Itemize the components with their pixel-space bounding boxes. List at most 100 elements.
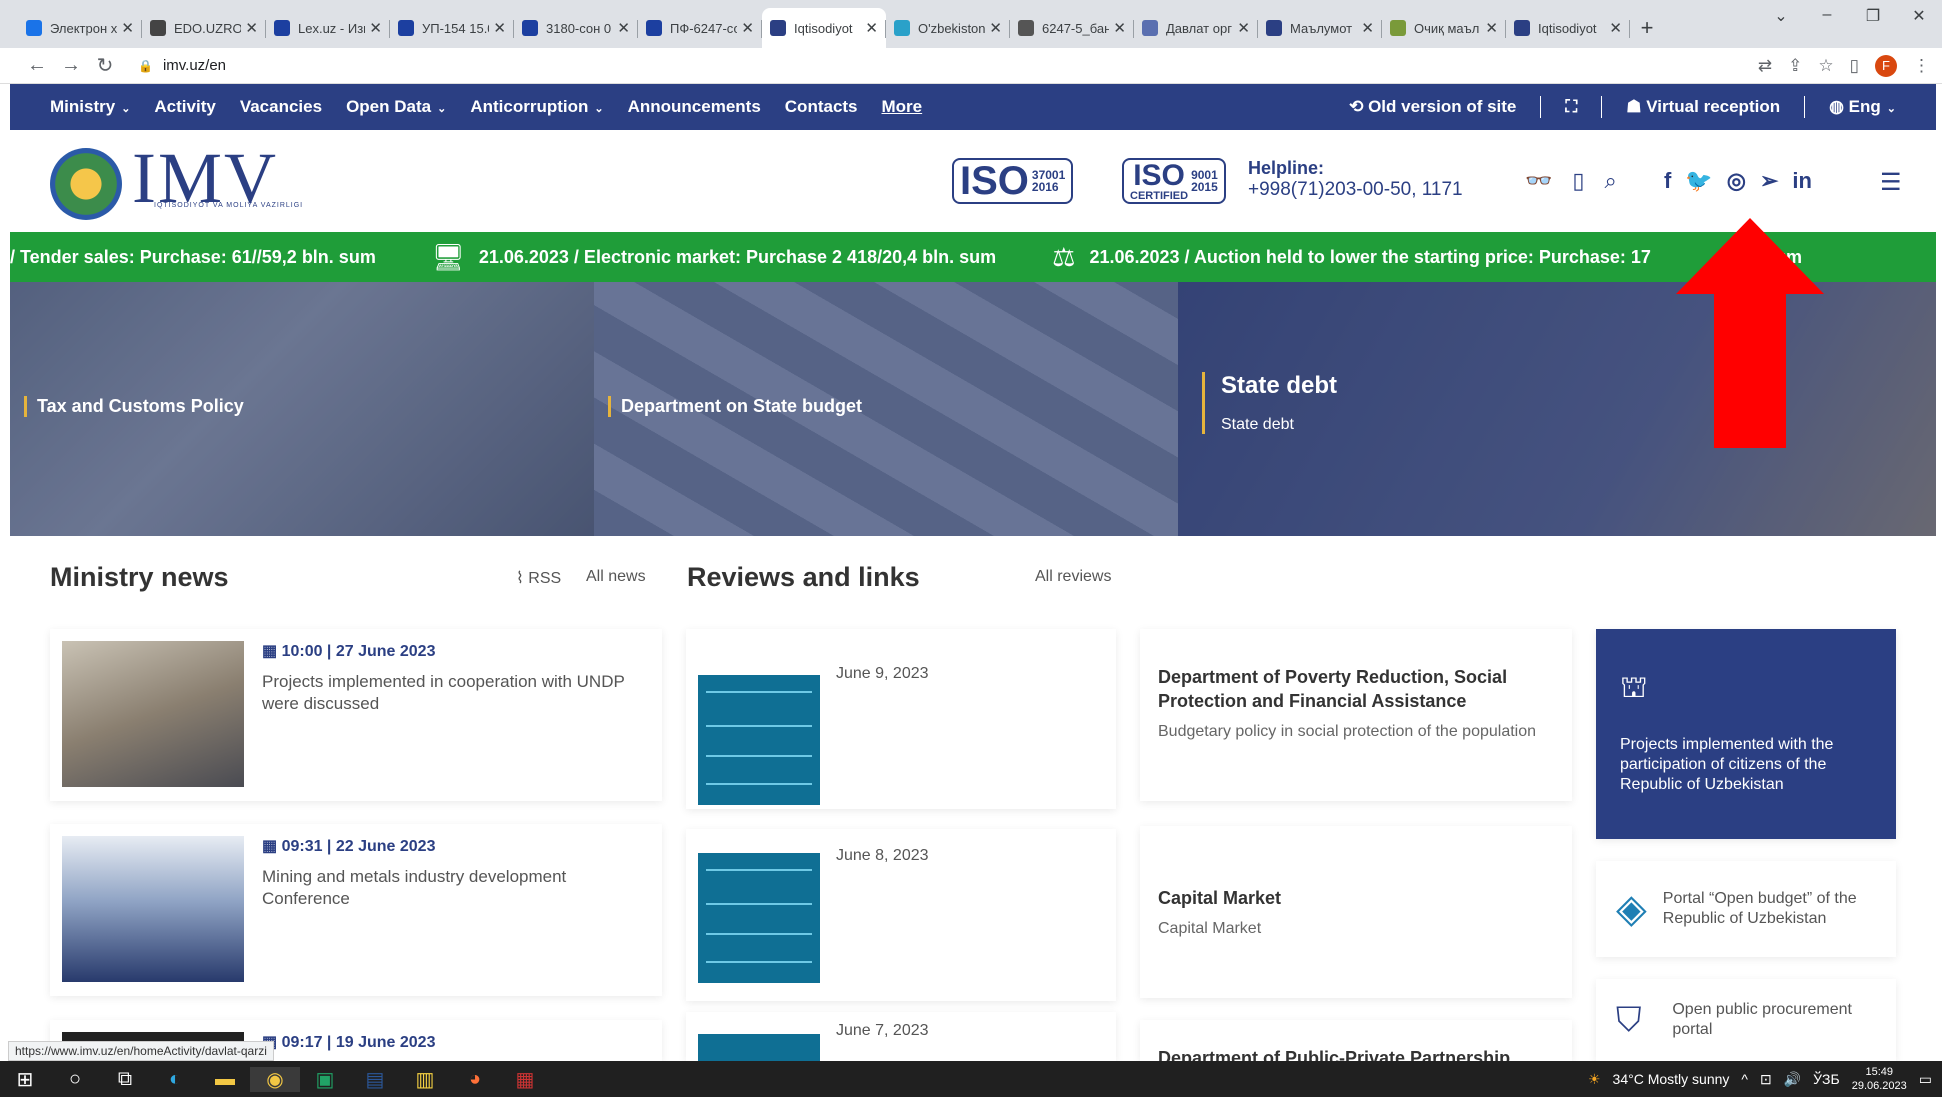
windows-start-icon[interactable]: ⊞: [0, 1067, 50, 1092]
tab-close-icon[interactable]: ✕: [989, 19, 1002, 37]
winrar-icon[interactable]: ▦: [500, 1067, 550, 1092]
input-language[interactable]: ЎЗБ: [1813, 1071, 1840, 1087]
old-version-link[interactable]: ⟲ Old version of site: [1349, 97, 1516, 117]
minimize-icon[interactable]: –: [1804, 6, 1850, 26]
glasses-icon[interactable]: 👓: [1525, 168, 1552, 194]
all-reviews-link[interactable]: All reviews: [1035, 568, 1111, 586]
tab-close-icon[interactable]: ✕: [1361, 19, 1374, 37]
browser-tab[interactable]: Маълумот ✕: [1258, 8, 1382, 48]
open-budget-card[interactable]: ◈ Portal “Open budget” of the Republic o…: [1596, 861, 1896, 957]
tray-chevron-icon[interactable]: ^: [1741, 1071, 1748, 1087]
department-card[interactable]: Department of Public-Private Partnership: [1140, 1020, 1572, 1061]
tab-close-icon[interactable]: ✕: [617, 19, 630, 37]
virtual-reception-link[interactable]: ☗ Virtual reception: [1626, 97, 1780, 117]
citizens-projects-card[interactable]: ⛫ Projects implemented with the particip…: [1596, 629, 1896, 839]
all-news-link[interactable]: All news: [586, 568, 646, 586]
browser-menu-icon[interactable]: ⋮: [1913, 56, 1930, 76]
review-card[interactable]: June 9, 2023: [686, 629, 1116, 809]
browser-tab[interactable]: ПФ-6247-со ✕: [638, 8, 762, 48]
network-icon[interactable]: ⊡: [1760, 1071, 1772, 1088]
back-icon[interactable]: ←: [20, 54, 54, 77]
edge-icon[interactable]: ◐: [150, 1068, 200, 1091]
language-selector[interactable]: ◍ Eng ⌄: [1829, 97, 1896, 117]
browser-tab[interactable]: Iqtisodiyot ✕: [1506, 8, 1630, 48]
tab-close-icon[interactable]: ✕: [1237, 19, 1250, 37]
banner-state-budget[interactable]: Department on State budget: [594, 282, 1178, 536]
browser-tab[interactable]: EDO.UZRO.U✕: [142, 8, 266, 48]
firefox-icon[interactable]: ◕: [450, 1068, 500, 1091]
close-window-icon[interactable]: ✕: [1896, 6, 1942, 26]
notifications-icon[interactable]: ▭: [1919, 1071, 1932, 1088]
notes-icon[interactable]: ▥: [400, 1067, 450, 1092]
review-card[interactable]: June 8, 2023: [686, 829, 1116, 1001]
browser-tab[interactable]: УП-154 15.0 ✕: [390, 8, 514, 48]
ticker-item[interactable]: / Tender sales: Purchase: 61//59,2 bln. …: [10, 247, 376, 268]
nav-anticorruption[interactable]: Anticorruption ⌄: [470, 97, 603, 117]
nav-contacts[interactable]: Contacts: [785, 97, 858, 117]
weather-text[interactable]: 34°C Mostly sunny: [1613, 1071, 1730, 1087]
new-tab-button[interactable]: +: [1630, 8, 1664, 48]
department-card[interactable]: Capital Market Capital Market: [1140, 826, 1572, 998]
twitter-icon[interactable]: 🐦: [1685, 168, 1712, 194]
tab-search-icon[interactable]: ⌄: [1758, 6, 1804, 26]
facebook-icon[interactable]: f: [1664, 168, 1671, 194]
department-card[interactable]: Department of Poverty Reduction, Social …: [1140, 629, 1572, 801]
search-icon[interactable]: ○: [50, 1068, 100, 1091]
news-card[interactable]: ▦ 09:31 | 22 June 2023 Mining and metals…: [50, 824, 662, 996]
telegram-icon[interactable]: ➢: [1760, 168, 1778, 194]
chrome-icon[interactable]: ◉: [250, 1066, 300, 1092]
linkedin-icon[interactable]: in: [1792, 168, 1812, 194]
forward-icon[interactable]: →: [54, 54, 88, 77]
nav-more[interactable]: More: [882, 97, 923, 117]
instagram-icon[interactable]: ◎: [1727, 168, 1746, 194]
browser-tab[interactable]: Lex.uz - Изм ✕: [266, 8, 390, 48]
browser-tab[interactable]: Давлат орг ✕: [1134, 8, 1258, 48]
tab-close-icon[interactable]: ✕: [1609, 19, 1622, 37]
profile-avatar[interactable]: F: [1875, 55, 1897, 77]
weather-icon[interactable]: ☀: [1588, 1071, 1601, 1088]
nav-activity[interactable]: Activity: [154, 97, 215, 117]
nav-vacancies[interactable]: Vacancies: [240, 97, 322, 117]
ticker-item[interactable]: 🖥 21.06.2023 / Electronic market: Purchas…: [432, 242, 996, 273]
translate-icon[interactable]: ⇄: [1758, 56, 1772, 76]
tab-close-icon[interactable]: ✕: [865, 19, 878, 37]
tab-close-icon[interactable]: ✕: [741, 19, 754, 37]
share-icon[interactable]: ⇪: [1788, 56, 1802, 76]
news-card[interactable]: ▦ 10:00 | 27 June 2023 Projects implemen…: [50, 629, 662, 801]
tab-close-icon[interactable]: ✕: [245, 19, 258, 37]
reload-icon[interactable]: ↻: [88, 53, 122, 78]
nav-announcements[interactable]: Announcements: [628, 97, 761, 117]
browser-tab[interactable]: O'zbekiston ✕: [886, 8, 1010, 48]
clock[interactable]: 15:49 29.06.2023: [1852, 1065, 1907, 1093]
tab-close-icon[interactable]: ✕: [493, 19, 506, 37]
browser-tab[interactable]: Iqtisodiyot ✕: [762, 8, 886, 48]
tab-close-icon[interactable]: ✕: [369, 19, 382, 37]
search-icon[interactable]: ⌕: [1605, 168, 1617, 194]
side-panel-icon[interactable]: ▯: [1850, 56, 1859, 76]
bookmark-star-icon[interactable]: ☆: [1818, 56, 1833, 76]
banner-tax-customs[interactable]: Tax and Customs Policy: [10, 282, 594, 536]
tab-close-icon[interactable]: ✕: [1485, 19, 1498, 37]
mobile-icon[interactable]: ▯: [1572, 168, 1584, 194]
tab-close-icon[interactable]: ✕: [1113, 19, 1126, 37]
browser-tab[interactable]: Электрон х ✕: [18, 8, 142, 48]
sitemap-icon[interactable]: ⛶: [1565, 97, 1577, 117]
excel-icon[interactable]: ▣: [300, 1067, 350, 1092]
rss-link[interactable]: ⌇ RSS: [516, 568, 561, 588]
file-explorer-icon[interactable]: ▬: [200, 1068, 250, 1091]
browser-tab[interactable]: 6247-5_бан ✕: [1010, 8, 1134, 48]
browser-tab[interactable]: 3180-сон 0 ✕: [514, 8, 638, 48]
helpline-phone[interactable]: +998(71)203-00-50, 1171: [1248, 179, 1463, 201]
task-view-icon[interactable]: ⧉: [100, 1068, 150, 1091]
tab-close-icon[interactable]: ✕: [121, 19, 134, 37]
word-icon[interactable]: ▤: [350, 1067, 400, 1092]
browser-tab[interactable]: Очиқ маъл ✕: [1382, 8, 1506, 48]
hamburger-menu-icon[interactable]: ☰: [1880, 168, 1902, 197]
state-emblem[interactable]: [50, 148, 122, 220]
volume-icon[interactable]: 🔊: [1784, 1071, 1801, 1088]
nav-open-data[interactable]: Open Data ⌄: [346, 97, 446, 117]
restore-icon[interactable]: ❐: [1850, 6, 1896, 26]
procurement-card[interactable]: ⛉ Open public procurement portal: [1596, 979, 1896, 1061]
review-card[interactable]: June 7, 2023: [686, 1012, 1116, 1061]
nav-ministry[interactable]: Ministry ⌄: [50, 97, 130, 117]
